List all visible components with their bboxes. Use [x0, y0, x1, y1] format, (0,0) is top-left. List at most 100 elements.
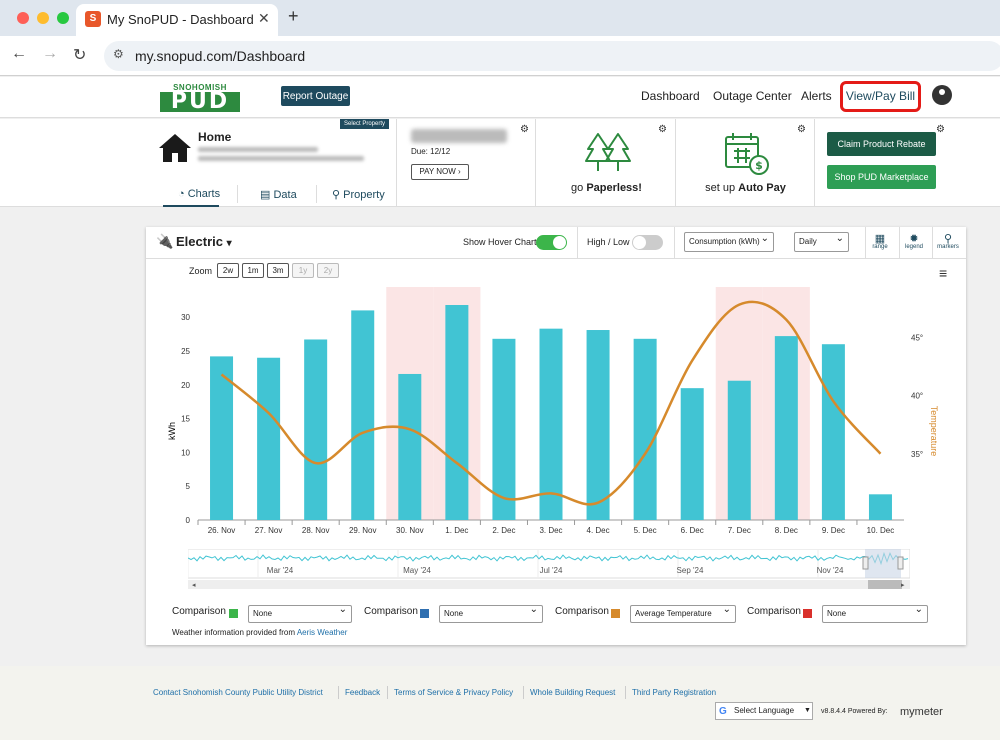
zoom-1m-button[interactable]: 1m: [242, 263, 264, 278]
property-name: Home: [198, 130, 232, 144]
view-pay-bill-link[interactable]: View/Pay Bill: [840, 81, 921, 112]
interval-select[interactable]: Daily: [794, 230, 849, 252]
markers-button[interactable]: ⚲ markers: [933, 232, 963, 250]
window-controls: [17, 12, 69, 24]
legend-button[interactable]: ✹ legend: [899, 232, 929, 250]
back-icon[interactable]: ←: [11, 45, 27, 63]
y-tick-label: 25: [181, 347, 190, 356]
redacted-balance: [411, 129, 507, 143]
footer: Contact Snohomish County Public Utility …: [0, 666, 1000, 740]
comparison-select-3[interactable]: Average Temperature: [630, 602, 736, 623]
range-button[interactable]: ▦ range: [865, 232, 895, 250]
forward-icon[interactable]: →: [42, 45, 58, 63]
gear-icon[interactable]: ⚙: [520, 124, 529, 135]
nav-dashboard[interactable]: Dashboard: [641, 89, 700, 103]
usage-bar[interactable]: [868, 494, 892, 520]
reload-icon[interactable]: ↻: [73, 45, 86, 65]
usage-bar[interactable]: [774, 336, 798, 520]
hover-chart-toggle[interactable]: [536, 235, 567, 250]
x-tick-label: 6. Dec: [681, 526, 704, 535]
scrollbar-thumb[interactable]: [868, 580, 902, 589]
tab-title: My SnoPUD - Dashboard: [107, 12, 254, 27]
tab-property[interactable]: ⚲ Property: [332, 188, 385, 201]
tab-data[interactable]: ▤ Data: [260, 188, 297, 201]
scroll-left-icon[interactable]: ◂: [192, 582, 196, 589]
gear-icon[interactable]: ⚙: [936, 124, 945, 135]
comparison-select-4[interactable]: None: [822, 602, 928, 623]
paperless-card[interactable]: go Paperless! ⚙: [537, 119, 676, 207]
x-tick-label: 5. Dec: [634, 526, 657, 535]
balance-card: Due: 12/12 PAY NOW › ⚙: [398, 119, 536, 207]
usage-bar[interactable]: [445, 305, 469, 520]
x-tick-label: 27. Nov: [255, 526, 283, 535]
report-outage-button[interactable]: Report Outage: [281, 86, 350, 106]
url-field[interactable]: ⚙ my.snopud.com/Dashboard: [104, 41, 1000, 71]
usage-bar[interactable]: [492, 338, 516, 520]
pud-logo[interactable]: SNOHOMISH PUD: [160, 83, 240, 113]
select-property-button[interactable]: Select Property: [340, 119, 390, 129]
utility-selector[interactable]: Electric ▾: [176, 234, 232, 249]
footer-link-whole-building[interactable]: Whole Building Request: [530, 688, 615, 697]
y2-axis-label: Temperature: [929, 406, 939, 457]
pay-now-button[interactable]: PAY NOW ›: [411, 164, 469, 180]
usage-bar[interactable]: [539, 328, 563, 520]
usage-bar[interactable]: [398, 373, 422, 520]
navigator-left-handle[interactable]: [862, 556, 869, 570]
usage-chart[interactable]: 0 5 10 15 20 25 30 26. Nov 27. Nov 28. Nov 29. No…: [146, 283, 966, 545]
usage-bar[interactable]: [304, 339, 328, 520]
usage-bar[interactable]: [821, 344, 845, 520]
zoom-1y-button[interactable]: 1y: [292, 263, 314, 278]
footer-link-feedback[interactable]: Feedback: [345, 688, 380, 697]
footer-link-terms[interactable]: Terms of Service & Privacy Policy: [394, 688, 513, 697]
user-account-icon[interactable]: [932, 85, 952, 105]
browser-tab[interactable]: S My SnoPUD - Dashboard ✕: [76, 4, 278, 36]
usage-bar[interactable]: [633, 338, 657, 520]
footer-link-contact[interactable]: Contact Snohomish County Public Utility …: [153, 688, 323, 697]
footer-link-third-party[interactable]: Third Party Registration: [632, 688, 716, 697]
site-info-icon[interactable]: ⚙: [113, 47, 124, 61]
shop-marketplace-button[interactable]: Shop PUD Marketplace: [827, 165, 936, 189]
minimize-window-button[interactable]: [37, 12, 49, 24]
gear-icon[interactable]: ⚙: [658, 124, 667, 135]
y2-tick-label: 35°: [911, 450, 923, 459]
comparison-select-1[interactable]: None: [248, 602, 352, 623]
scroll-right-icon[interactable]: ▸: [901, 582, 905, 589]
chart-menu-icon[interactable]: ≡: [939, 265, 947, 281]
high-low-toggle[interactable]: [632, 235, 663, 250]
claim-rebate-button[interactable]: Claim Product Rebate: [827, 132, 936, 156]
paperless-label: go Paperless!: [571, 182, 642, 194]
browser-tab-bar: S My SnoPUD - Dashboard ✕ +: [0, 0, 1000, 36]
comparison-select-2[interactable]: None: [439, 602, 543, 623]
new-tab-icon[interactable]: +: [288, 6, 299, 27]
usage-bar[interactable]: [680, 388, 704, 520]
google-icon: G: [719, 706, 727, 717]
tab-charts[interactable]: ◔ Charts: [178, 188, 220, 200]
unit-select[interactable]: Consumption (kWh): [684, 230, 774, 252]
aeris-weather-link[interactable]: Aeris Weather: [297, 628, 348, 637]
navigator-right-handle[interactable]: [897, 556, 904, 570]
gear-icon[interactable]: ⚙: [797, 124, 806, 135]
divider: [523, 686, 524, 699]
autopay-card[interactable]: $ set up Auto Pay ⚙: [676, 119, 815, 207]
account-strip: Home Select Property ◔ Charts ▤ Data ⚲ P…: [0, 119, 1000, 207]
maximize-window-button[interactable]: [57, 12, 69, 24]
close-tab-icon[interactable]: ✕: [258, 10, 270, 27]
usage-bar[interactable]: [586, 330, 610, 520]
zoom-3m-button[interactable]: 3m: [267, 263, 289, 278]
nav-outage-center[interactable]: Outage Center: [713, 89, 792, 103]
language-select[interactable]: G Select Language ▼: [715, 702, 813, 720]
close-window-button[interactable]: [17, 12, 29, 24]
navigator-scrollbar[interactable]: [188, 580, 910, 589]
zoom-2y-button[interactable]: 2y: [317, 263, 339, 278]
divider: [237, 185, 238, 203]
navigator-selection[interactable]: [865, 549, 901, 578]
usage-bar[interactable]: [351, 310, 375, 520]
comparison-label-3: Comparison: [555, 606, 609, 617]
usage-bar[interactable]: [727, 380, 751, 520]
mymeter-logo[interactable]: mymeter: [900, 706, 943, 718]
zoom-2w-button[interactable]: 2w: [217, 263, 239, 278]
hover-chart-label: Show Hover Chart: [463, 237, 537, 247]
usage-bar[interactable]: [257, 357, 281, 520]
nav-alerts[interactable]: Alerts: [801, 89, 832, 103]
range-navigator[interactable]: Mar '24 May '24 Jul '24 Sep '24 Nov '24 ◂ ▸: [188, 549, 910, 589]
